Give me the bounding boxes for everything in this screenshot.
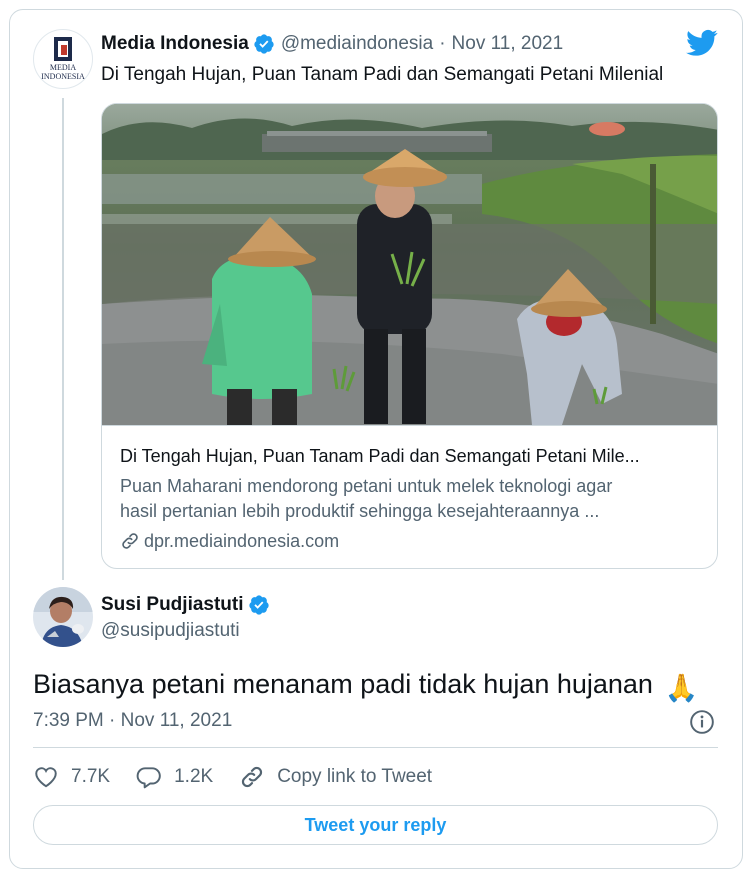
separator-dot: · xyxy=(439,33,446,54)
reply-count: 1.2K xyxy=(174,766,214,787)
copy-link-label: Copy link to Tweet xyxy=(277,766,433,787)
rice-field-farmers-photo xyxy=(102,104,717,425)
tweet-actions: 7.7K 1.2K Copy link to Tweet xyxy=(33,763,458,791)
tweet-your-reply-button[interactable]: Tweet your reply xyxy=(33,805,718,845)
media-indonesia-avatar[interactable]: MEDIA INDONESIA xyxy=(33,29,93,89)
link-card-body: Di Tengah Hujan, Puan Tanam Padi dan Sem… xyxy=(102,425,717,568)
verified-badge-icon xyxy=(248,595,269,615)
susi-pudjiastuti-avatar[interactable] xyxy=(33,587,93,647)
parent-tweet-text: Di Tengah Hujan, Puan Tanam Padi dan Sem… xyxy=(101,64,664,85)
reply-icon xyxy=(136,767,161,789)
heart-icon xyxy=(35,767,57,788)
media-indonesia-logo-icon xyxy=(54,37,72,61)
link-card-domain-text: dpr.mediaindonesia.com xyxy=(144,531,340,551)
link-icon xyxy=(122,533,138,549)
verified-badge-icon xyxy=(254,34,274,54)
folded-hands-emoji: 🙏 xyxy=(664,673,699,703)
tweet-text: Biasanya petani menanam padi tidak hujan… xyxy=(33,667,698,705)
parent-tweet-header: Media Indonesia @mediaindonesia · Nov 11… xyxy=(101,31,563,57)
link-card-description-line: hasil pertanian lebih produktif sehingga… xyxy=(120,501,600,521)
link-preview-card[interactable]: Di Tengah Hujan, Puan Tanam Padi dan Sem… xyxy=(101,103,718,569)
avatar-logo-text: MEDIA INDONESIA xyxy=(41,63,85,81)
link-card-title[interactable]: Di Tengah Hujan, Puan Tanam Padi dan Sem… xyxy=(120,444,705,468)
link-card-description: Puan Maharani mendorong petani untuk mel… xyxy=(120,474,680,524)
like-count: 7.7K xyxy=(71,766,111,787)
tweet-text-body: Biasanya petani menanam padi tidak hujan… xyxy=(33,669,653,699)
parent-tweet-date[interactable]: Nov 11, 2021 xyxy=(452,33,564,55)
info-icon[interactable] xyxy=(689,709,715,735)
link-card-domain[interactable]: dpr.mediaindonesia.com xyxy=(120,529,339,553)
tweet-author-handle[interactable]: @susipudjiastuti xyxy=(101,620,240,642)
link-card-description-line: Puan Maharani mendorong petani untuk mel… xyxy=(120,476,613,496)
tweet-timestamp[interactable]: 7:39 PM · Nov 11, 2021 xyxy=(33,710,232,732)
divider xyxy=(33,747,718,748)
reply-button[interactable]: 1.2K xyxy=(136,764,213,790)
twitter-bird-icon[interactable] xyxy=(686,29,718,57)
thread-connector-line xyxy=(62,98,64,580)
copy-link-icon xyxy=(242,766,263,788)
tweet-author-row: Susi Pudjiastuti xyxy=(101,592,276,618)
parent-author-name[interactable]: Media Indonesia xyxy=(101,33,249,55)
like-button[interactable]: 7.7K xyxy=(33,764,110,790)
tweet-author-name[interactable]: Susi Pudjiastuti xyxy=(101,594,244,616)
parent-author-handle[interactable]: @mediaindonesia xyxy=(281,33,433,55)
avatar-photo xyxy=(33,587,93,647)
copy-link-button[interactable]: Copy link to Tweet xyxy=(239,764,432,790)
